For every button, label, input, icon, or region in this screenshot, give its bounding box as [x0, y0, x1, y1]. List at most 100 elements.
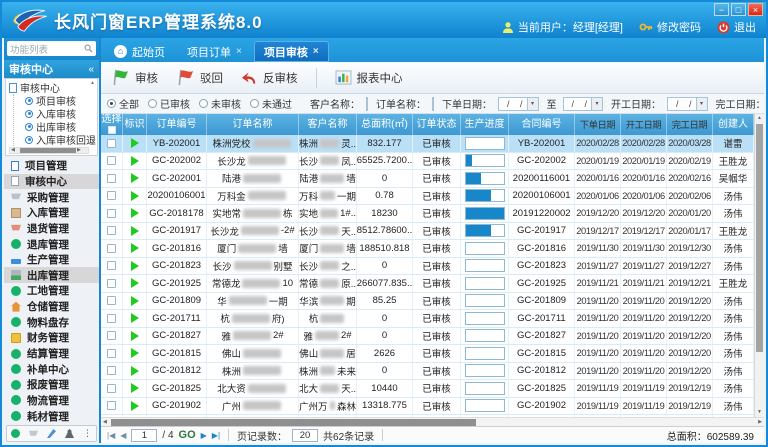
- prev-page-button[interactable]: ◀: [120, 431, 126, 440]
- row-checkbox[interactable]: [107, 366, 116, 375]
- sidebar-menu-item[interactable]: 审核中心: [4, 174, 99, 190]
- sidebar-menu-item[interactable]: 结算管理: [4, 346, 99, 362]
- row-checkbox[interactable]: [107, 384, 116, 393]
- row-checkbox[interactable]: [107, 261, 116, 270]
- tree-horizontal-scrollbar[interactable]: ◀ ▶: [9, 147, 89, 154]
- column-header[interactable]: 标识: [123, 114, 147, 135]
- table-row[interactable]: GC-201917 长沙龙-2# 长沙天.. 8512.78600.. 已审核 …: [101, 223, 754, 241]
- table-row[interactable]: GC-201711 杭府) 杭 0 已审核 GC-201711 2019/11/…: [101, 310, 754, 328]
- tab-close-icon[interactable]: ×: [313, 46, 319, 57]
- edit-icon[interactable]: [47, 429, 56, 438]
- tab[interactable]: ⌂ 起始页: [104, 41, 175, 62]
- table-row[interactable]: GC-201809 华一期 华滨期 85.25 已审核 GC-201809 20…: [101, 293, 754, 311]
- filter-radio[interactable]: 全部: [107, 96, 139, 111]
- customer-name-input[interactable]: [366, 97, 368, 111]
- column-header[interactable]: 客户名称: [299, 114, 357, 135]
- logout-button[interactable]: 退出: [717, 19, 756, 35]
- column-header[interactable]: 订单编号: [147, 114, 207, 135]
- row-checkbox[interactable]: [107, 139, 116, 148]
- user-module-icon[interactable]: [65, 429, 74, 438]
- audit-button[interactable]: 审核: [111, 69, 158, 86]
- sidebar-menu-item[interactable]: 财务管理: [4, 330, 99, 346]
- last-page-button[interactable]: ▶|: [212, 431, 220, 440]
- filter-radio[interactable]: 已审核: [148, 96, 190, 111]
- sidebar-menu-item[interactable]: 退库管理: [4, 236, 99, 252]
- horizontal-scrollbar[interactable]: ◀ ▶: [101, 417, 764, 426]
- sidebar-menu-item[interactable]: 项目管理: [4, 158, 99, 174]
- table-row[interactable]: GC-202002 长沙龙 长沙凤.. 65525.7200.. 已审核 GC-…: [101, 153, 754, 171]
- sidebar-menu-item[interactable]: 生产管理: [4, 252, 99, 268]
- column-header[interactable]: 完工日期: [667, 114, 713, 135]
- table-row[interactable]: GC-201827 雅2# 雅2# 0 已审核 GC-201827 2019/1…: [101, 328, 754, 346]
- scroll-thumb[interactable]: [20, 148, 76, 153]
- row-checkbox[interactable]: [107, 244, 116, 253]
- column-header[interactable]: 订单名称: [207, 114, 299, 135]
- filter-radio[interactable]: 未审核: [199, 96, 241, 111]
- sidebar-menu-item[interactable]: 入库管理: [4, 205, 99, 221]
- next-page-button[interactable]: ▶: [201, 431, 207, 440]
- function-search-input[interactable]: 功能列表: [7, 41, 96, 56]
- tree-vertical-scrollbar[interactable]: ▲ ▼: [89, 80, 96, 147]
- order-date-to-picker[interactable]: / /▾: [563, 97, 604, 111]
- start-date-picker[interactable]: / /▾: [667, 97, 708, 111]
- change-password-button[interactable]: 修改密码: [639, 19, 701, 35]
- sidebar-menu-item[interactable]: 报废管理: [4, 377, 99, 393]
- table-row[interactable]: GC-201902 广州 广州万森林 13318.775 已审核 GC-2019…: [101, 398, 754, 416]
- select-all-checkbox[interactable]: [108, 126, 116, 134]
- collapse-icon[interactable]: «: [88, 64, 94, 75]
- sidebar-menu-item[interactable]: 仓储管理: [4, 299, 99, 315]
- table-row[interactable]: GC-201812 株洲 株洲未来 0 已审核 GC-201812 2019/1…: [101, 363, 754, 381]
- page-number-input[interactable]: 1: [131, 429, 157, 442]
- maximize-button[interactable]: □: [731, 3, 746, 16]
- sidebar-menu-item[interactable]: 采购管理: [4, 189, 99, 205]
- tab[interactable]: 项目订单 ×: [177, 41, 252, 62]
- column-header[interactable]: 下单日期: [575, 114, 621, 135]
- sidebar-menu-item[interactable]: 耗材管理: [4, 408, 99, 424]
- row-checkbox[interactable]: [107, 226, 116, 235]
- sidebar-menu-item[interactable]: 补单中心: [4, 361, 99, 377]
- table-row[interactable]: GC-201925 常德龙10 常德原.. 266077.835.. 已审核 G…: [101, 275, 754, 293]
- first-page-button[interactable]: |◀: [107, 431, 115, 440]
- cart-icon[interactable]: [29, 429, 38, 438]
- column-header[interactable]: 选择: [101, 114, 123, 135]
- row-checkbox[interactable]: [107, 331, 116, 340]
- report-center-button[interactable]: 报表中心: [335, 70, 403, 86]
- vertical-scrollbar[interactable]: ▲ ▼: [754, 114, 764, 417]
- table-row[interactable]: 20200106001 万科金 万科一期 0.78 已审核 2020010600…: [101, 188, 754, 206]
- order-date-from-picker[interactable]: / /▾: [498, 97, 539, 111]
- go-button[interactable]: GO: [179, 429, 196, 441]
- scroll-thumb[interactable]: [111, 419, 476, 426]
- row-checkbox[interactable]: [107, 296, 116, 305]
- column-header[interactable]: 开工日期: [621, 114, 667, 135]
- row-checkbox[interactable]: [107, 209, 116, 218]
- tab[interactable]: 项目审核 ×: [254, 41, 329, 62]
- row-checkbox[interactable]: [107, 401, 116, 410]
- row-checkbox[interactable]: [107, 191, 116, 200]
- row-checkbox[interactable]: [107, 156, 116, 165]
- unaudit-button[interactable]: 反审核: [241, 70, 298, 86]
- close-button[interactable]: ×: [748, 3, 763, 16]
- sidebar-menu-item[interactable]: 物料盘存: [4, 314, 99, 330]
- more-icon[interactable]: ⋮: [83, 429, 92, 438]
- column-header[interactable]: 总面积(㎡): [357, 114, 413, 135]
- minimize-button[interactable]: −: [714, 3, 729, 16]
- scroll-thumb[interactable]: [756, 124, 763, 352]
- tab-close-icon[interactable]: ×: [236, 46, 242, 57]
- sidebar-menu-item[interactable]: 退货管理: [4, 221, 99, 237]
- table-row[interactable]: GC-201816 厦门墙 厦门墙 188510.818 已审核 GC-2018…: [101, 240, 754, 258]
- table-row[interactable]: YB-202001 株洲党校 株洲灵.. 832.177 已审核 YB-2020…: [101, 135, 754, 153]
- status-dot-icon[interactable]: [11, 429, 20, 438]
- row-checkbox[interactable]: [107, 349, 116, 358]
- row-checkbox[interactable]: [107, 279, 116, 288]
- table-row[interactable]: GC-201825 北大资 北大天.. 10440 已审核 GC-201825 …: [101, 380, 754, 398]
- reject-button[interactable]: 驳回: [176, 69, 223, 86]
- sidebar-menu-item[interactable]: 出库管理: [4, 267, 99, 283]
- sidebar-menu-item[interactable]: 物流管理: [4, 393, 99, 409]
- column-header[interactable]: 合同编号: [509, 114, 575, 135]
- sidebar-menu-item[interactable]: 工地管理: [4, 283, 99, 299]
- page-size-input[interactable]: 20: [292, 429, 318, 442]
- column-header[interactable]: 生产进度: [461, 114, 509, 135]
- table-row[interactable]: GC-2018178 实地常栋 实地1#.. 18230 已审核 2019122…: [101, 205, 754, 223]
- column-header[interactable]: 订单状态: [413, 114, 461, 135]
- row-checkbox[interactable]: [107, 314, 116, 323]
